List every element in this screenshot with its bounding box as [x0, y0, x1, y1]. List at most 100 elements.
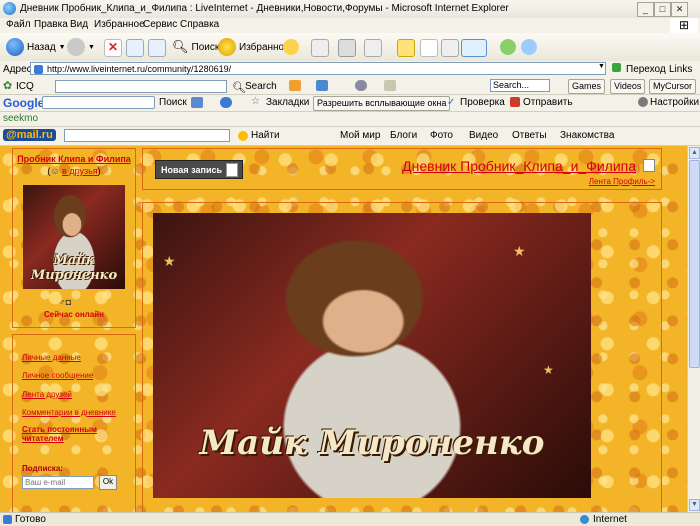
avatar[interactable]: Майк Мироненко [23, 185, 125, 289]
sidebar-link-friends-feed[interactable]: Лента друзей [22, 390, 72, 399]
diary-title-link[interactable]: Дневник Пробник_Клипа_и_Филипа [402, 158, 636, 174]
status-text: Готово [15, 514, 46, 525]
sidebar-link-profile[interactable]: Личные данные [22, 353, 81, 362]
google-news-icon[interactable] [191, 97, 203, 108]
icq-extra-icon[interactable] [289, 80, 301, 91]
icq-search-input[interactable] [55, 80, 227, 93]
note-icon[interactable] [397, 39, 415, 57]
profile-name-link[interactable]: Пробник Клипа и Филипа [13, 154, 135, 164]
subscribe-ok-button[interactable]: Ok [99, 475, 117, 490]
chevron-down-icon: ▼ [88, 43, 95, 51]
games-search-input[interactable]: Search... [490, 79, 550, 92]
messenger-icon[interactable] [420, 39, 438, 57]
research-icon[interactable] [441, 39, 459, 57]
search-button[interactable]: 🔍︎ Поиск [172, 36, 219, 58]
refresh-icon[interactable] [126, 39, 144, 57]
google-toolbar: Google Поиск ☆ Закладки Разрешить всплыв… [0, 95, 700, 112]
lock-icon [643, 159, 655, 172]
icq-toolbar: ✿ ICQ 🔍︎ Search Search... Games Videos M… [0, 78, 700, 95]
sidebar-link-message[interactable]: Личное сообщение [22, 371, 93, 380]
menu-file[interactable]: Файл [6, 19, 31, 30]
favorites-button[interactable]: Избранное [218, 36, 290, 58]
settings-button[interactable]: Настройки [650, 97, 699, 108]
new-post-button[interactable]: Новая запись [155, 160, 244, 179]
people-icon[interactable] [521, 39, 537, 55]
scroll-up-icon[interactable]: ▲ [689, 147, 700, 159]
google-search-button[interactable]: Поиск [159, 97, 187, 108]
add-friends-link[interactable]: в друзья [62, 166, 98, 176]
forward-button[interactable]: ▼ [67, 36, 95, 58]
icq-flower-icon: ✿ [3, 80, 13, 92]
links-button[interactable]: Links [669, 64, 692, 75]
mycursor-button[interactable]: MyCursor [649, 79, 697, 94]
profile-feed-link[interactable]: Лента Профиль-> [589, 177, 655, 186]
icq-pen-icon[interactable] [384, 80, 396, 91]
edit-icon[interactable] [364, 39, 382, 57]
scroll-down-icon[interactable]: ▼ [689, 499, 700, 511]
go-arrow-icon[interactable] [612, 63, 621, 72]
sidebar-link-comments[interactable]: Комментарии в дневнике [22, 408, 116, 417]
title-bar: Дневник Пробник_Клипа_и_Филипа : LiveInt… [0, 0, 700, 19]
mail-icon[interactable] [311, 39, 329, 57]
menu-edit[interactable]: Правка [34, 19, 68, 30]
menu-view[interactable]: Вид [70, 19, 88, 30]
mailru-logo: @mail.ru [3, 129, 56, 141]
avatar-caption: Майк Мироненко [30, 253, 118, 283]
page-icon [3, 515, 12, 524]
mailru-myworld-button[interactable]: Мой мир [340, 130, 380, 141]
scrollbar-thumb[interactable] [689, 160, 700, 368]
videos-button[interactable]: Videos [610, 79, 646, 94]
spellcheck-button[interactable]: Проверка [460, 97, 505, 108]
chevron-down-icon: ▼ [58, 43, 66, 51]
games-button[interactable]: Games [568, 79, 606, 94]
post-photo[interactable]: ★ ★ ★ Майк Мироненко [153, 213, 591, 498]
bookmarks-button[interactable]: Закладки [266, 97, 309, 108]
status-zone: Internet [593, 514, 627, 525]
icq-buddy-icon[interactable] [461, 39, 487, 57]
icq-mail-icon[interactable] [316, 80, 328, 91]
address-dropdown-icon[interactable]: ▼ [598, 63, 605, 70]
icq-people-icon[interactable] [355, 80, 367, 91]
status-bar: Готово Internet [0, 512, 700, 526]
address-input[interactable]: http://www.liveinternet.ru/community/128… [30, 62, 606, 75]
mailru-search-input[interactable] [64, 129, 230, 142]
home-icon[interactable] [148, 39, 166, 57]
plugin-icon[interactable] [500, 39, 516, 55]
minimize-button[interactable]: _ [637, 2, 654, 17]
icq-search-button[interactable]: Search [245, 81, 277, 92]
menu-bar: Файл Правка Вид Избранное Сервис Справка [0, 18, 700, 34]
windows-logo-icon: ⊞ [670, 18, 698, 33]
menu-tools[interactable]: Сервис [143, 19, 177, 30]
subscribe-email-input[interactable] [22, 476, 94, 489]
subscribe-label: Подписка: [22, 464, 63, 473]
mailru-find-button[interactable]: Найти [251, 130, 280, 141]
google-search-input[interactable] [42, 96, 155, 109]
mailru-photo-button[interactable]: Фото [430, 130, 453, 141]
find-icon [238, 131, 248, 141]
mailru-answers-button[interactable]: Ответы [512, 130, 547, 141]
seekmo-toolbar: seekmo [0, 112, 700, 127]
send-button[interactable]: Отправить [523, 97, 573, 108]
back-button[interactable]: Назад ▼ [6, 36, 66, 58]
sidebar-link-subscribe[interactable]: Стать постоянным читателем [22, 425, 112, 443]
popup-blocker-button[interactable]: Разрешить всплывающие окна [313, 96, 451, 111]
icq-label[interactable]: ICQ [16, 81, 34, 92]
mailru-blogs-button[interactable]: Блоги [390, 130, 417, 141]
go-button[interactable]: Переход [626, 64, 666, 75]
mailru-video-button[interactable]: Видео [469, 130, 498, 141]
menu-help[interactable]: Справка [180, 19, 219, 30]
print-icon[interactable] [338, 39, 356, 57]
google-pr-icon[interactable] [220, 97, 232, 108]
media-icon[interactable] [283, 39, 299, 55]
menu-favorites[interactable]: Избранное [94, 19, 145, 30]
page-content: Пробник Клипа и Филипа (☺ в друзья) Майк… [0, 146, 687, 512]
star-icon: ★ [163, 253, 176, 269]
address-url: http://www.liveinternet.ru/community/128… [47, 64, 232, 74]
close-button[interactable]: ✕ [671, 2, 688, 17]
mailru-dating-button[interactable]: Знакомства [560, 130, 614, 141]
stop-icon[interactable]: ✕ [104, 39, 122, 57]
navigation-toolbar: Назад ▼ ▼ ✕ 🔍︎ Поиск Избранное [0, 33, 700, 62]
note-icon [226, 162, 239, 177]
maximize-button[interactable]: □ [654, 2, 671, 17]
vertical-scrollbar[interactable]: ▲ ▼ [687, 146, 700, 512]
